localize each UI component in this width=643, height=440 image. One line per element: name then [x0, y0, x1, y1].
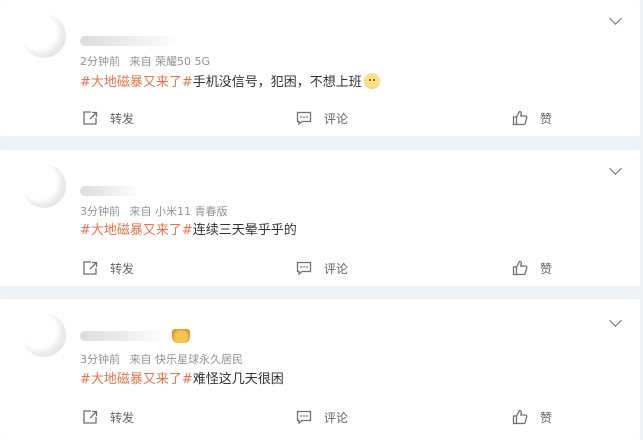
repost-icon: [83, 261, 98, 275]
repost-button[interactable]: 转发: [82, 406, 134, 428]
post-meta: 3分钟前 来自 小米11 青春版: [80, 203, 234, 219]
chevron-down-icon[interactable]: [609, 162, 622, 175]
like-label: 赞: [540, 410, 553, 425]
repost-button[interactable]: 转发: [82, 107, 134, 129]
like-button[interactable]: 赞: [512, 257, 552, 279]
post-meta: 2分钟前 来自 荣耀50 5G: [80, 53, 216, 69]
post-time[interactable]: 3分钟前: [80, 205, 120, 218]
comment-label: 评论: [324, 261, 349, 276]
chevron-down-icon[interactable]: [609, 12, 622, 25]
post-time[interactable]: 3分钟前: [80, 353, 120, 366]
post-card: 3分钟前 来自 快乐星球永久居民 #大地磁暴又来了#难怪这几天很困 转发 评论 …: [0, 299, 640, 440]
thumbs-up-icon: [512, 110, 528, 126]
comment-icon: [296, 111, 312, 126]
comment-icon: [296, 410, 312, 425]
weibo-comment-feed: 2分钟前 来自 荣耀50 5G #大地磁暴又来了#手机没信号，犯困，不想上班 转…: [0, 0, 643, 440]
post-time[interactable]: 2分钟前: [80, 55, 120, 68]
thumbs-up-icon: [512, 260, 528, 276]
post-text: 连续三天晕乎乎的: [192, 223, 297, 238]
post-text: 手机没信号，犯困，不想上班: [192, 75, 362, 90]
comment-label: 评论: [324, 111, 349, 126]
chevron-down-icon[interactable]: [609, 314, 622, 327]
dog-emoji-icon: [363, 73, 380, 89]
post-text: 难怪这几天很困: [192, 372, 284, 387]
topic-link[interactable]: #大地磁暴又来了#: [80, 75, 193, 90]
post-content: #大地磁暴又来了#手机没信号，犯困，不想上班: [80, 73, 380, 92]
comment-button[interactable]: 评论: [296, 406, 348, 428]
like-button[interactable]: 赞: [512, 406, 552, 428]
topic-link[interactable]: #大地磁暴又来了#: [80, 372, 193, 387]
user-name-redacted[interactable]: [80, 331, 168, 341]
action-bar: 转发 评论 赞: [0, 257, 640, 279]
repost-label: 转发: [110, 410, 135, 425]
avatar[interactable]: [22, 313, 66, 357]
user-name-redacted[interactable]: [80, 36, 180, 46]
action-bar: 转发 评论 赞: [0, 107, 640, 129]
repost-icon: [83, 111, 98, 125]
avatar[interactable]: [22, 164, 66, 208]
post-card: 3分钟前 来自 小米11 青春版 #大地磁暴又来了#连续三天晕乎乎的 转发 评论…: [0, 150, 640, 286]
post-content: #大地磁暴又来了#难怪这几天很困: [80, 371, 284, 389]
like-label: 赞: [540, 261, 553, 276]
action-bar: 转发 评论 赞: [0, 406, 640, 428]
crown-icon[interactable]: [172, 329, 190, 343]
avatar[interactable]: [22, 14, 66, 58]
repost-button[interactable]: 转发: [82, 257, 134, 279]
user-name-redacted[interactable]: [80, 186, 140, 196]
post-source: 来自 荣耀50 5G: [129, 55, 211, 68]
repost-label: 转发: [110, 261, 135, 276]
post-meta: 3分钟前 来自 快乐星球永久居民: [80, 351, 249, 367]
post-source: 来自 小米11 青春版: [129, 205, 228, 218]
repost-label: 转发: [110, 111, 135, 126]
post-content: #大地磁暴又来了#连续三天晕乎乎的: [80, 222, 297, 240]
comment-icon: [296, 261, 312, 276]
comment-button[interactable]: 评论: [296, 107, 348, 129]
thumbs-up-icon: [512, 409, 528, 425]
topic-link[interactable]: #大地磁暴又来了#: [80, 223, 193, 238]
post-card: 2分钟前 来自 荣耀50 5G #大地磁暴又来了#手机没信号，犯困，不想上班 转…: [0, 0, 640, 136]
like-label: 赞: [540, 111, 553, 126]
repost-icon: [83, 410, 98, 424]
post-source: 来自 快乐星球永久居民: [129, 353, 244, 366]
comment-button[interactable]: 评论: [296, 257, 348, 279]
comment-label: 评论: [324, 410, 349, 425]
like-button[interactable]: 赞: [512, 107, 552, 129]
